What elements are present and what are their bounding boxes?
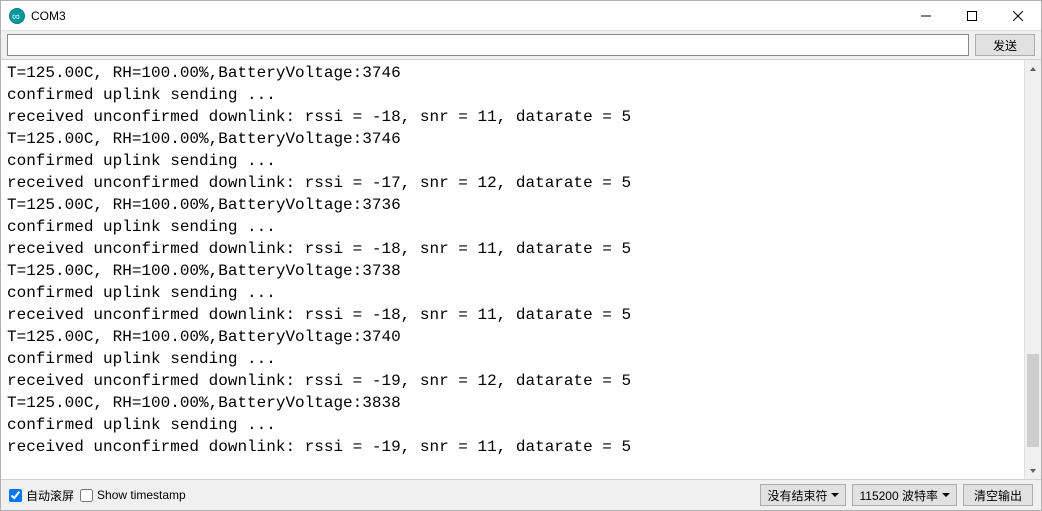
title-bar: COM3 bbox=[1, 1, 1041, 31]
app-icon bbox=[9, 8, 25, 24]
close-icon bbox=[1013, 11, 1023, 21]
autoscroll-label: 自动滚屏 bbox=[26, 487, 74, 504]
show-timestamp-label: Show timestamp bbox=[97, 488, 186, 502]
console-output: T=125.00C, RH=100.00%,BatteryVoltage:374… bbox=[1, 60, 1024, 479]
minimize-button[interactable] bbox=[903, 1, 949, 30]
line-ending-select[interactable]: 没有结束符 bbox=[760, 484, 846, 506]
send-row: 发送 bbox=[1, 31, 1041, 59]
scroll-up-button[interactable] bbox=[1025, 60, 1041, 77]
close-button[interactable] bbox=[995, 1, 1041, 30]
autoscroll-checkbox-wrap[interactable]: 自动滚屏 bbox=[9, 487, 74, 504]
send-button[interactable]: 发送 bbox=[975, 34, 1035, 56]
chevron-up-icon bbox=[1029, 65, 1037, 73]
scrollbar-track[interactable] bbox=[1025, 77, 1041, 462]
vertical-scrollbar[interactable] bbox=[1024, 60, 1041, 479]
show-timestamp-checkbox[interactable] bbox=[80, 489, 93, 502]
window-title: COM3 bbox=[31, 9, 66, 23]
serial-monitor-window: COM3 发送 T=125.00C, RH=100.00%,BatteryVol… bbox=[0, 0, 1042, 511]
send-input[interactable] bbox=[7, 34, 969, 56]
maximize-button[interactable] bbox=[949, 1, 995, 30]
maximize-icon bbox=[967, 11, 977, 21]
baud-rate-select[interactable]: 115200 波特率 bbox=[852, 484, 957, 506]
scrollbar-thumb[interactable] bbox=[1027, 354, 1039, 446]
show-timestamp-checkbox-wrap[interactable]: Show timestamp bbox=[80, 488, 186, 502]
chevron-down-icon bbox=[1029, 467, 1037, 475]
autoscroll-checkbox[interactable] bbox=[9, 489, 22, 502]
clear-output-button[interactable]: 清空输出 bbox=[963, 484, 1033, 506]
bottom-bar: 自动滚屏 Show timestamp 没有结束符 115200 波特率 清空输… bbox=[1, 480, 1041, 510]
scroll-down-button[interactable] bbox=[1025, 462, 1041, 479]
console-area: T=125.00C, RH=100.00%,BatteryVoltage:374… bbox=[1, 59, 1041, 480]
minimize-icon bbox=[921, 11, 931, 21]
window-controls bbox=[903, 1, 1041, 30]
